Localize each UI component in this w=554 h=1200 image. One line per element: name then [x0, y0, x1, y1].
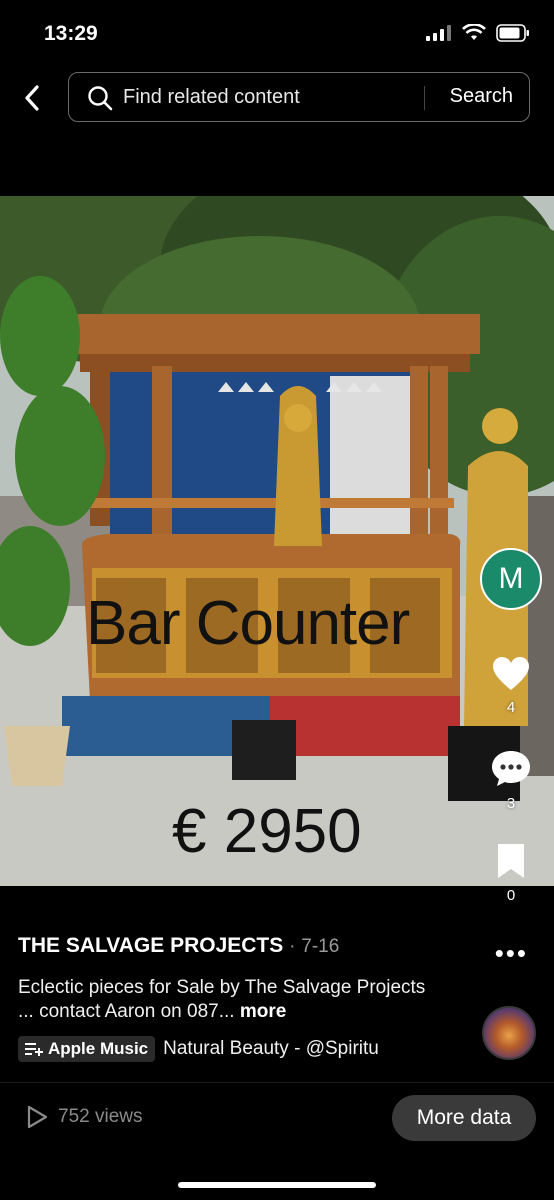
music-source: Apple Music — [48, 1039, 149, 1058]
status-bar: 13:29 — [0, 0, 554, 70]
status-time: 13:29 — [44, 22, 98, 45]
playlist-icon — [25, 1043, 43, 1056]
bar-counter-photo — [0, 196, 554, 886]
search-placeholder: Find related content — [123, 86, 300, 108]
status-icons — [426, 24, 530, 42]
cellular-signal-icon — [426, 25, 451, 41]
play-icon — [27, 1105, 48, 1129]
comment-count: 3 — [506, 795, 516, 812]
home-indicator — [178, 1182, 376, 1188]
wifi-icon — [462, 24, 486, 40]
bookmark-icon — [498, 844, 524, 878]
save-count: 0 — [506, 887, 516, 904]
chevron-left-icon — [25, 85, 39, 111]
like-count: 4 — [506, 699, 516, 716]
search-button[interactable]: Search — [450, 85, 513, 108]
search-icon — [88, 86, 113, 111]
view-count: 752 views — [58, 1106, 143, 1127]
overlay-price: € 2950 — [172, 797, 362, 866]
back-button[interactable] — [14, 80, 50, 116]
apple-music-chip[interactable]: Apple Music — [18, 1036, 156, 1062]
overlay-title: Bar Counter — [86, 589, 410, 658]
more-data-button[interactable]: More data — [392, 1095, 536, 1141]
search-row: Find related content Search — [0, 72, 554, 126]
comment-action[interactable]: 3 — [478, 748, 544, 812]
post-description[interactable]: Eclectic pieces for Sale by The Salvage … — [18, 976, 438, 1024]
more-link[interactable]: more — [240, 1001, 286, 1022]
author-row[interactable]: THE SALVAGE PROJECTS · 7-16 — [18, 934, 339, 958]
battery-icon — [496, 24, 529, 42]
author-name[interactable]: THE SALVAGE PROJECTS — [18, 934, 283, 957]
save-action[interactable]: 0 — [478, 842, 544, 904]
heart-icon — [493, 657, 529, 690]
music-disc-icon[interactable] — [482, 1006, 536, 1060]
author-separator: · — [289, 936, 296, 957]
more-options-icon[interactable]: ••• — [495, 938, 528, 969]
comment-icon — [492, 751, 530, 786]
search-divider — [424, 86, 425, 110]
music-track[interactable]: Natural Beauty - @Spiritu — [163, 1038, 379, 1060]
views: 752 views — [26, 1105, 143, 1129]
post-date: 7-16 — [301, 936, 340, 957]
music-row[interactable]: Apple Music Natural Beauty - @Spiritu — [18, 1036, 418, 1062]
like-action[interactable]: 4 — [478, 656, 544, 716]
creator-avatar[interactable]: M — [480, 548, 542, 610]
bottom-bar: 752 views More data — [0, 1082, 554, 1153]
post-image[interactable]: Bar Counter € 2950 — [0, 196, 554, 886]
description-text: Eclectic pieces for Sale by The Salvage … — [18, 977, 426, 1022]
search-input[interactable]: Find related content Search — [68, 72, 530, 122]
